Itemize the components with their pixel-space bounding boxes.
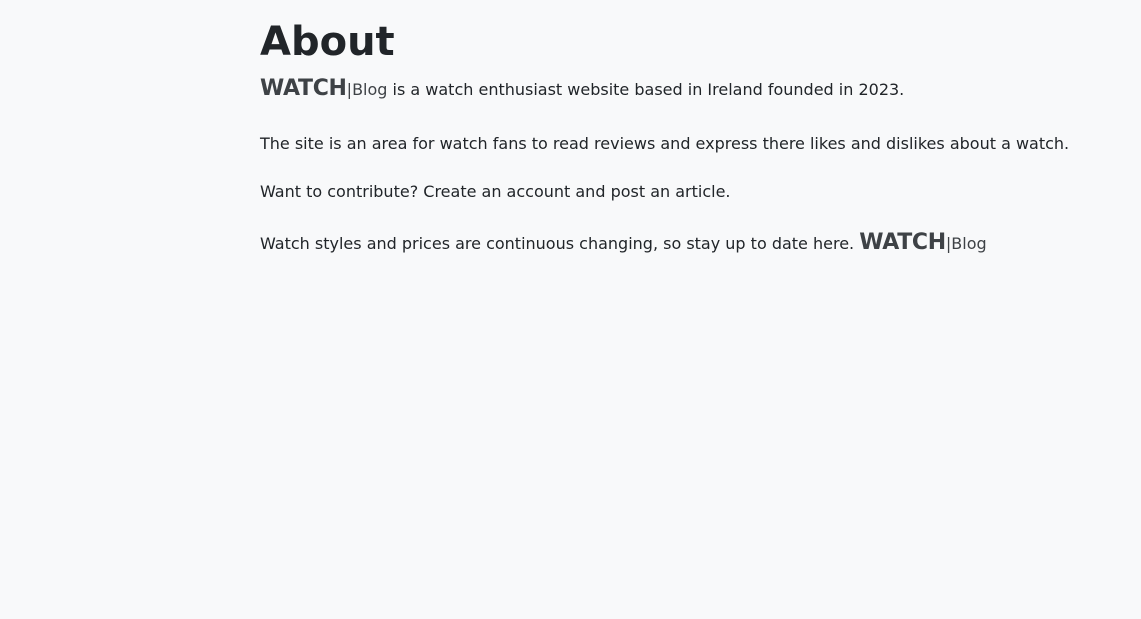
page-title: About (260, 19, 395, 65)
site-description-paragraph: The site is an area for watch fans to re… (260, 134, 1070, 153)
brand-logo-inline: WATCH|Blog (260, 76, 388, 101)
brand-suffix: |Blog (346, 80, 388, 99)
brand-suffix: |Blog (945, 234, 987, 253)
about-content: About WATCH|Blog is a watch enthusiast w… (260, 18, 1120, 255)
contribute-paragraph: Want to contribute? Create an account an… (260, 182, 731, 201)
brand-name: WATCH (260, 76, 347, 101)
intro-paragraph: WATCH|Blog is a watch enthusiast website… (260, 76, 904, 101)
brand-logo-inline-footer: WATCH|Blog (859, 230, 987, 255)
styles-paragraph: Watch styles and prices are continuous c… (260, 230, 987, 255)
intro-text: is a watch enthusiast website based in I… (387, 80, 905, 99)
styles-text: Watch styles and prices are continuous c… (260, 234, 860, 253)
brand-name: WATCH (859, 230, 946, 255)
